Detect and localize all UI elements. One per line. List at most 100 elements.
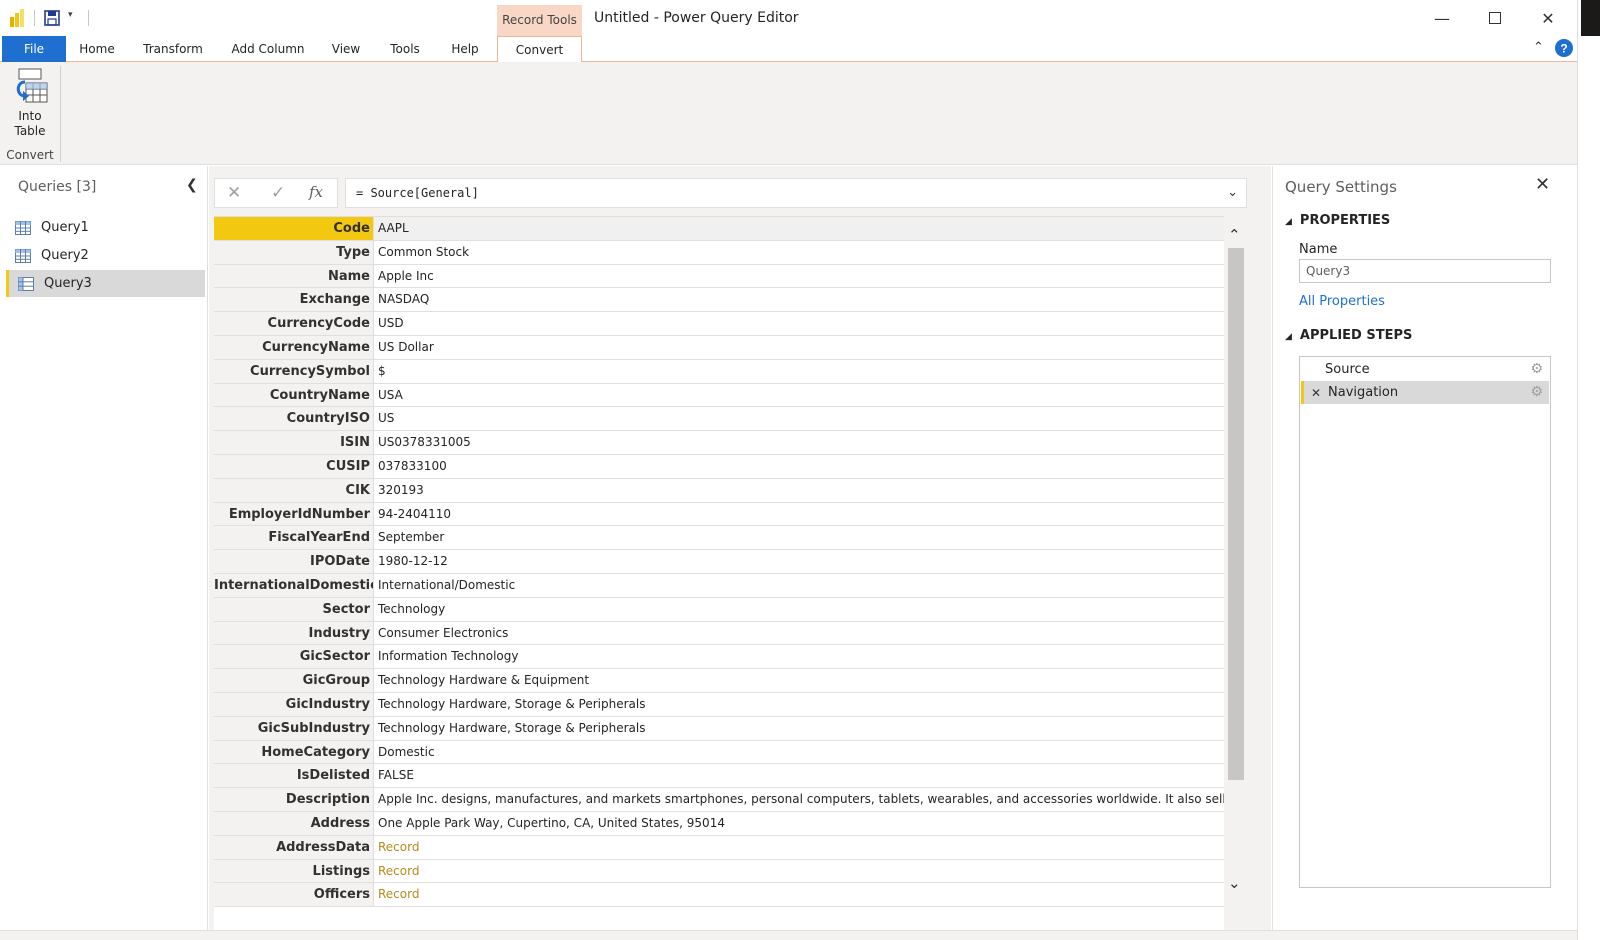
tab-convert[interactable]: Convert xyxy=(497,36,582,63)
scroll-down-icon[interactable]: ⌄ xyxy=(1228,874,1241,892)
field-value-cell[interactable]: Common Stock xyxy=(374,241,1224,264)
query-item-query3[interactable]: Query3 xyxy=(6,270,205,297)
field-name-cell[interactable]: HomeCategory xyxy=(214,740,374,764)
field-name-cell[interactable]: CurrencySymbol xyxy=(214,359,374,383)
field-name-cell[interactable]: Type xyxy=(214,240,374,264)
field-value-cell[interactable]: Information Technology xyxy=(374,645,1224,668)
applied-steps-heading[interactable]: ◢ APPLIED STEPS xyxy=(1285,328,1412,343)
collapse-queries-icon[interactable]: ❮ xyxy=(186,177,198,193)
field-value-cell[interactable]: AAPL xyxy=(374,217,1224,240)
field-value-cell[interactable]: Technology xyxy=(374,598,1224,621)
step-navigation[interactable]: ✕ Navigation ⚙ xyxy=(1301,381,1549,404)
field-name-cell[interactable]: ISIN xyxy=(214,431,374,454)
field-value-cell[interactable]: International/Domestic xyxy=(374,574,1224,597)
field-value-cell[interactable]: Domestic xyxy=(374,741,1224,764)
field-value-cell[interactable]: Apple Inc. designs, manufactures, and ma… xyxy=(374,788,1224,811)
field-name-cell[interactable]: GicSector xyxy=(214,645,374,669)
record-row: Description Apple Inc. designs, manufactu… xyxy=(214,788,1224,812)
field-name-cell[interactable]: Industry xyxy=(214,621,374,645)
field-value-cell[interactable]: September xyxy=(374,526,1224,549)
field-name-cell[interactable]: FiscalYearEnd xyxy=(214,526,374,550)
gear-icon[interactable]: ⚙ xyxy=(1530,384,1543,400)
field-value-cell[interactable]: $ xyxy=(374,360,1224,383)
query-item-query1[interactable]: Query1 xyxy=(6,214,205,241)
maximize-icon[interactable] xyxy=(1477,6,1513,30)
all-properties-link[interactable]: All Properties xyxy=(1299,294,1385,309)
field-name-cell[interactable]: InternationalDomestic xyxy=(214,574,374,597)
field-name-cell[interactable]: CUSIP xyxy=(214,455,374,478)
gear-icon[interactable]: ⚙ xyxy=(1530,361,1543,377)
field-name-cell[interactable]: AddressData xyxy=(214,835,374,859)
help-icon[interactable]: ? xyxy=(1555,39,1573,60)
field-name-cell[interactable]: CountryISO xyxy=(214,407,374,431)
commit-formula-icon[interactable]: ✓ xyxy=(271,183,285,203)
right-edge-strip xyxy=(1577,0,1600,940)
into-table-button[interactable]: Into Table xyxy=(6,68,54,140)
field-name-cell[interactable]: IsDelisted xyxy=(214,764,374,788)
field-value-cell[interactable]: One Apple Park Way, Cupertino, CA, Unite… xyxy=(374,812,1224,835)
save-icon[interactable] xyxy=(44,10,60,26)
field-name-cell[interactable]: Description xyxy=(214,788,374,811)
properties-heading[interactable]: ◢ PROPERTIES xyxy=(1285,213,1390,228)
field-name-cell[interactable]: GicIndustry xyxy=(214,693,374,716)
field-value-cell[interactable]: US xyxy=(374,407,1224,430)
field-name-cell[interactable]: CurrencyName xyxy=(214,336,374,359)
quick-access-dropdown-icon[interactable]: ▾ xyxy=(68,10,73,20)
field-value-cell[interactable]: 94-2404110 xyxy=(374,503,1224,526)
cancel-formula-icon[interactable]: ✕ xyxy=(227,183,241,203)
field-name-cell[interactable]: Name xyxy=(214,264,374,288)
field-value-cell[interactable]: 320193 xyxy=(374,479,1224,502)
close-settings-icon[interactable]: ✕ xyxy=(1535,174,1550,195)
field-name-cell[interactable]: CurrencyCode xyxy=(214,312,374,335)
field-name-cell[interactable]: GicSubIndustry xyxy=(214,716,374,740)
tab-tools[interactable]: Tools xyxy=(382,36,428,62)
field-value-cell[interactable]: Consumer Electronics xyxy=(374,622,1224,645)
record-link-cell[interactable]: Record xyxy=(374,883,1224,906)
field-value-cell[interactable]: USD xyxy=(374,312,1224,335)
field-value-cell[interactable]: USA xyxy=(374,384,1224,407)
field-name-cell[interactable]: IPODate xyxy=(214,550,374,573)
field-name-cell[interactable]: Officers xyxy=(214,883,374,907)
field-name-cell[interactable]: Address xyxy=(214,812,374,835)
step-source[interactable]: Source ⚙ xyxy=(1301,358,1549,381)
title-bar: ▾ Record Tools Untitled - Power Query Ed… xyxy=(0,0,1577,36)
delete-step-icon[interactable]: ✕ xyxy=(1304,386,1328,400)
field-name-cell[interactable]: Exchange xyxy=(214,288,374,312)
field-name-cell[interactable]: EmployerIdNumber xyxy=(214,502,374,526)
field-value-cell[interactable]: 1980-12-12 xyxy=(374,550,1224,573)
field-name-cell[interactable]: Listings xyxy=(214,859,374,883)
scrollbar-thumb[interactable] xyxy=(1228,248,1244,780)
record-link-cell[interactable]: Record xyxy=(374,836,1224,859)
tab-transform[interactable]: Transform xyxy=(138,36,208,62)
collapse-ribbon-icon[interactable]: ⌃ xyxy=(1533,40,1544,55)
field-name-cell[interactable]: GicGroup xyxy=(214,669,374,692)
field-value-cell[interactable]: US Dollar xyxy=(374,336,1224,359)
field-value-cell[interactable]: Technology Hardware & Equipment xyxy=(374,669,1224,692)
field-value-cell[interactable]: Technology Hardware, Storage & Periphera… xyxy=(374,693,1224,716)
field-value-cell[interactable]: FALSE xyxy=(374,764,1224,787)
field-name-cell[interactable]: CountryName xyxy=(214,383,374,407)
field-value-cell[interactable]: Apple Inc xyxy=(374,265,1224,288)
tab-help[interactable]: Help xyxy=(444,36,486,62)
formula-bar[interactable]: = Source[General] ⌄ xyxy=(345,178,1247,208)
field-value-cell[interactable]: US0378331005 xyxy=(374,431,1224,454)
scroll-up-icon[interactable]: ⌃ xyxy=(1228,226,1241,244)
field-value-cell[interactable]: Technology Hardware, Storage & Periphera… xyxy=(374,717,1224,740)
tab-view[interactable]: View xyxy=(326,36,366,62)
field-value-cell[interactable]: NASDAQ xyxy=(374,288,1224,311)
record-link-cell[interactable]: Record xyxy=(374,860,1224,883)
field-name-cell[interactable]: Code xyxy=(214,217,374,240)
field-name-cell[interactable]: CIK xyxy=(214,478,374,502)
query-item-query2[interactable]: Query2 xyxy=(6,242,205,269)
query-name-input[interactable]: Query3 xyxy=(1299,259,1551,283)
tab-file[interactable]: File xyxy=(2,36,66,62)
field-name-cell[interactable]: Sector xyxy=(214,597,374,621)
tab-add-column[interactable]: Add Column xyxy=(226,36,310,62)
minimize-icon[interactable]: — xyxy=(1424,6,1460,30)
fx-icon[interactable]: fx xyxy=(309,183,323,201)
field-value-cell[interactable]: 037833100 xyxy=(374,455,1224,478)
expand-formula-icon[interactable]: ⌄ xyxy=(1227,179,1238,207)
tab-home[interactable]: Home xyxy=(72,36,122,62)
vertical-scrollbar[interactable]: ⌃ ⌄ xyxy=(1226,226,1244,906)
close-window-icon[interactable]: ✕ xyxy=(1530,6,1566,30)
